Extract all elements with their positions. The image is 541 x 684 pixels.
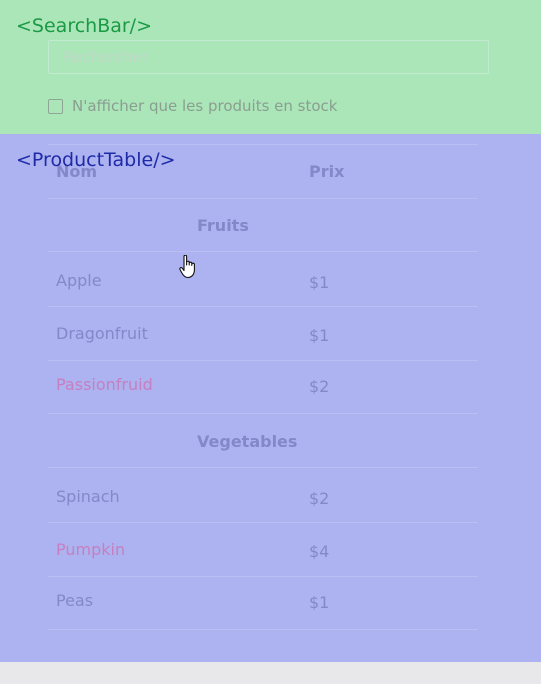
- table-divider: [48, 360, 478, 361]
- table-divider: [48, 629, 478, 630]
- product-price: $4: [309, 542, 330, 561]
- product-price: $2: [309, 377, 330, 396]
- producttable-component-label: <ProductTable/>: [16, 149, 176, 171]
- product-price: $1: [309, 593, 330, 612]
- searchbar-component-label: <SearchBar/>: [16, 15, 153, 37]
- table-divider: [48, 306, 478, 307]
- product-name: Apple: [56, 271, 102, 290]
- table-divider: [48, 144, 478, 145]
- product-price: $1: [309, 326, 330, 345]
- producttable-overlay: Nom Prix <ProductTable/> Fruits Apple $1…: [0, 134, 541, 662]
- product-name-out-of-stock: Pumpkin: [56, 540, 126, 559]
- product-name-out-of-stock: Passionfruid: [56, 375, 153, 394]
- table-divider: [48, 198, 478, 199]
- category-row-fruits: Fruits: [197, 216, 249, 235]
- in-stock-checkbox[interactable]: [48, 98, 63, 114]
- search-input[interactable]: [48, 40, 489, 74]
- table-divider: [48, 251, 478, 252]
- product-price: $2: [309, 489, 330, 508]
- table-divider: [48, 413, 478, 414]
- category-row-vegetables: Vegetables: [197, 432, 298, 451]
- product-name: Peas: [56, 591, 94, 610]
- table-divider: [48, 576, 478, 577]
- product-price: $1: [309, 273, 330, 292]
- in-stock-label: N'afficher que les produits en stock: [72, 97, 338, 115]
- column-header-price: Prix: [309, 162, 345, 181]
- bottom-bar: [0, 662, 541, 684]
- hand-pointer-icon: [179, 255, 195, 279]
- stock-filter-row[interactable]: N'afficher que les produits en stock: [48, 95, 337, 117]
- table-divider: [48, 467, 478, 468]
- product-name: Spinach: [56, 487, 120, 506]
- product-name: Dragonfruit: [56, 324, 148, 343]
- searchbar-overlay: <SearchBar/> N'afficher que les produits…: [0, 0, 541, 134]
- table-divider: [48, 522, 478, 523]
